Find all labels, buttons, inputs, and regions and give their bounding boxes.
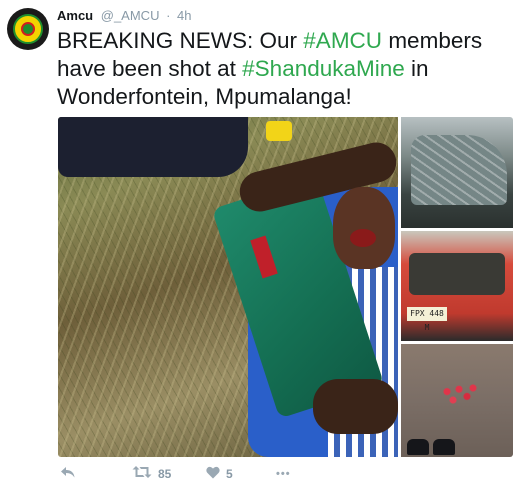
hashtag-shandukamine[interactable]: #ShandukaMine bbox=[242, 56, 405, 81]
logo-mark bbox=[21, 22, 35, 36]
author-name[interactable]: Amcu bbox=[57, 8, 93, 23]
dark-bag bbox=[58, 117, 248, 177]
tweet-timestamp[interactable]: 4h bbox=[177, 8, 191, 23]
broken-rear-window bbox=[409, 253, 505, 295]
reply-button[interactable] bbox=[60, 465, 132, 483]
tweet-actions: 85 5 ••• bbox=[60, 463, 291, 485]
like-button[interactable]: 5 bbox=[206, 466, 276, 483]
like-count: 5 bbox=[226, 467, 233, 481]
photo-shattered-car-window[interactable] bbox=[401, 117, 513, 228]
avatar[interactable] bbox=[7, 8, 49, 50]
retweet-count: 85 bbox=[158, 467, 172, 481]
shoe-left bbox=[407, 439, 429, 455]
yellow-object bbox=[266, 121, 292, 141]
more-button[interactable]: ••• bbox=[276, 466, 291, 482]
wound bbox=[350, 229, 376, 247]
photo-red-car[interactable]: FPX 448 M bbox=[401, 231, 513, 341]
helping-hand bbox=[313, 379, 398, 434]
retweet-button[interactable]: 85 bbox=[132, 465, 206, 483]
reply-icon bbox=[60, 465, 76, 483]
license-plate: FPX 448 M bbox=[407, 307, 447, 332]
photo-bullet-casings[interactable] bbox=[401, 344, 513, 457]
shoe-right bbox=[433, 439, 455, 455]
injured-head bbox=[333, 187, 395, 269]
photo-injured-miner[interactable] bbox=[58, 117, 398, 457]
tweet-text: BREAKING NEWS: Our #AMCU members have be… bbox=[57, 27, 512, 111]
amcu-logo bbox=[13, 14, 43, 44]
retweet-icon bbox=[132, 465, 152, 483]
tweet-text-part: BREAKING NEWS: Our bbox=[57, 28, 304, 53]
tweet-header: Amcu @_AMCU · 4h bbox=[57, 8, 192, 23]
shotgun-shells bbox=[439, 382, 479, 406]
media-grid: FPX 448 M bbox=[58, 117, 513, 457]
hashtag-amcu[interactable]: #AMCU bbox=[303, 28, 382, 53]
author-handle[interactable]: @_AMCU bbox=[101, 8, 160, 23]
header-separator: · bbox=[166, 8, 171, 23]
more-icon: ••• bbox=[276, 468, 291, 480]
shattered-window bbox=[411, 135, 507, 205]
heart-icon bbox=[206, 466, 220, 483]
